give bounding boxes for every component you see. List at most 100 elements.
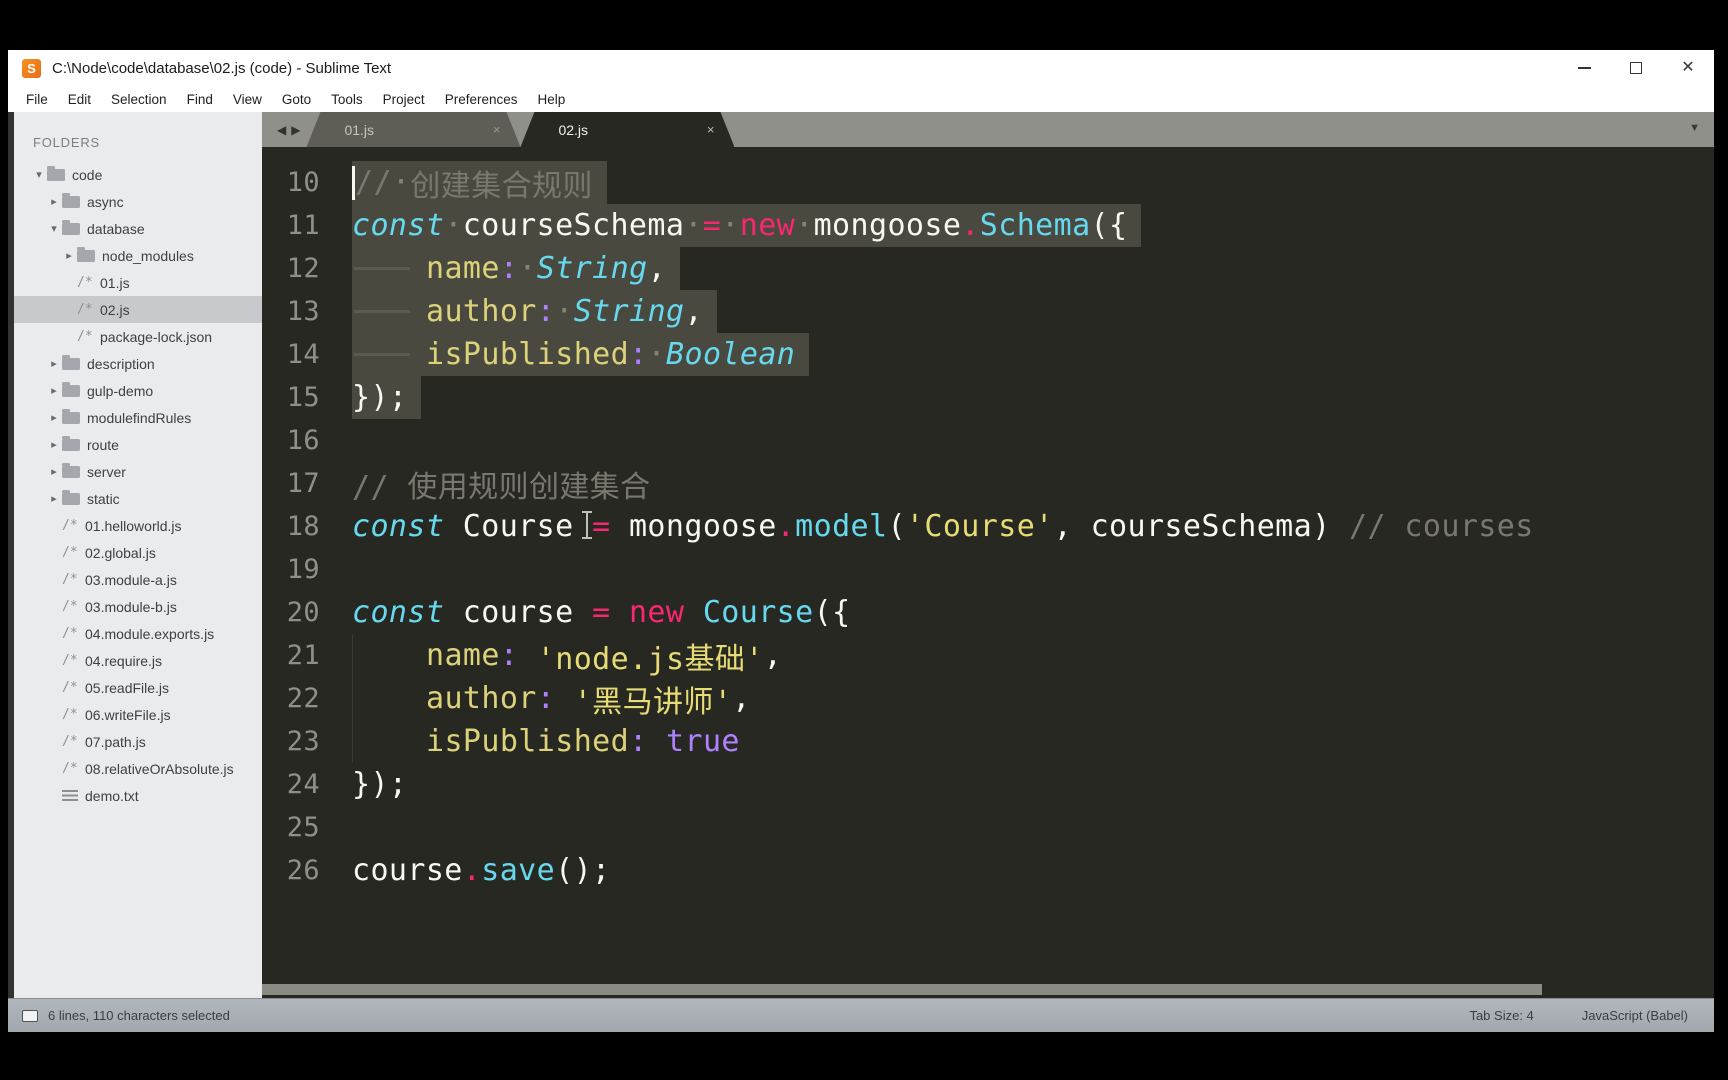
chevron-down-icon[interactable]: ▼ [1689,122,1700,134]
tree-item-06-writefile-js[interactable]: /* 06.writeFile.js [14,701,262,728]
collapse-arrow-icon[interactable]: ▸ [46,438,62,451]
minimize-button[interactable] [1558,50,1610,86]
collapse-arrow-icon[interactable]: ▸ [46,357,62,370]
collapse-arrow-icon[interactable]: ▸ [46,465,62,478]
file-tree: ▾ code ▸ async ▾ database ▸ node_modules /* 01.js… [14,161,262,809]
menu-project[interactable]: Project [373,92,435,107]
tab-scroll-right-icon[interactable]: ▶ [291,123,300,137]
code-token: . [462,853,482,888]
tree-item-label: 02.global.js [85,544,156,561]
code-token: ({ [1090,208,1128,243]
tree-item-04-module-exports-js[interactable]: /* 04.module.exports.js [14,620,262,647]
tree-item-package-lock-json[interactable]: /* package-lock.json [14,323,262,350]
code-line-16[interactable]: 16 [262,419,1714,462]
menu-goto[interactable]: Goto [272,92,321,107]
tab-02-js[interactable]: 02.js × [520,112,734,147]
code-line-25[interactable]: 25 [262,806,1714,849]
syntax-indicator[interactable]: JavaScript (Babel) [1582,1008,1688,1023]
tree-item-07-path-js[interactable]: /* 07.path.js [14,728,262,755]
code-line-15[interactable]: 15}); [262,376,1714,419]
tree-item-route[interactable]: ▸ route [14,431,262,458]
expand-arrow-icon[interactable]: ▾ [31,168,47,181]
tree-item-05-readfile-js[interactable]: /* 05.readFile.js [14,674,262,701]
code-area[interactable]: 10//· 创建集合规则 11 const · courseSchema · = · new · mo… [262,147,1714,998]
code-token: , [763,638,783,673]
tree-item-03-module-a-js[interactable]: /* 03.module-a.js [14,566,262,593]
menu-edit[interactable]: Edit [58,92,101,107]
code-line-24[interactable]: 24}); [262,763,1714,806]
expand-arrow-icon[interactable]: ▾ [46,222,62,235]
tab-close-icon[interactable]: × [707,122,715,137]
line-number: 20 [286,597,320,628]
code-line-18[interactable]: 18 const Course = mongoose. model('Course'… [262,505,1714,548]
collapse-arrow-icon[interactable]: ▸ [46,492,62,505]
code-token: course [352,853,463,888]
menu-tools[interactable]: Tools [321,92,373,107]
tree-item-server[interactable]: ▸ server [14,458,262,485]
whitespace-dot: · [555,294,574,329]
tree-item-database[interactable]: ▾ database [14,215,262,242]
tree-item-modulefindrules[interactable]: ▸ modulefindRules [14,404,262,431]
screen-frame: S C:\Node\code\database\02.js (code) - S… [0,0,1728,1080]
tree-item-async[interactable]: ▸ async [14,188,262,215]
collapse-arrow-icon[interactable]: ▸ [61,249,77,262]
horizontal-scrollbar-thumb[interactable] [262,984,1542,995]
tree-item-04-require-js[interactable]: /* 04.require.js [14,647,262,674]
code-line-12[interactable]: 12 name: · String, [262,247,1714,290]
tree-item-gulp-demo[interactable]: ▸ gulp-demo [14,377,262,404]
code-line-20[interactable]: 20 const course = new Course({ [262,591,1714,634]
code-token: String [573,294,685,329]
tab-close-icon[interactable]: × [493,122,501,137]
code-line-10[interactable]: 10 //· 创建集合规则 [262,161,1714,204]
tree-item-02-global-js[interactable]: /* 02.global.js [14,539,262,566]
text-file-icon [62,790,78,801]
sublime-window: S C:\Node\code\database\02.js (code) - S… [8,50,1714,1032]
code-token: Course [702,595,814,630]
tree-item-label: 04.require.js [85,652,163,669]
tree-item-03-module-b-js[interactable]: /* 03.module-b.js [14,593,262,620]
code-token: '黑马讲师' [573,684,733,720]
code-token: , [1053,509,1091,544]
close-button[interactable]: ✕ [1662,50,1714,86]
tree-item-02-js[interactable]: /* 02.js [14,296,262,323]
menu-selection[interactable]: Selection [101,92,177,107]
tab-scroll-left-icon[interactable]: ◀ [277,123,286,137]
tree-item-08-relativeorabsolute-js[interactable]: /* 08.relativeOrAbsolute.js [14,755,262,782]
code-token: , [647,251,667,286]
code-line-17[interactable]: 17 // 使用规则创建集合 [262,462,1714,505]
tab-label: 01.js [344,121,375,138]
sidebar: FOLDERS ▾ code ▸ async ▾ database ▸ node_module… [8,112,262,998]
menu-view[interactable]: View [223,92,272,107]
menu-find[interactable]: Find [177,92,223,107]
code-line-21[interactable]: 21 name: 'node.js基础', [262,634,1714,677]
code-line-13[interactable]: 13 author: · String, [262,290,1714,333]
folder-icon [62,381,80,397]
code-line-14[interactable]: 14 isPublished: · Boolean [262,333,1714,376]
menu-help[interactable]: Help [528,92,576,107]
collapse-arrow-icon[interactable]: ▸ [46,195,62,208]
js-file-icon: /* [62,572,78,587]
tree-item-code[interactable]: ▾ code [14,161,262,188]
tree-item-static[interactable]: ▸ static [14,485,262,512]
maximize-button[interactable] [1610,50,1662,86]
tree-item-demo-txt[interactable]: demo.txt [14,782,262,809]
tree-item-01-js[interactable]: /* 01.js [14,269,262,296]
tab-size-indicator[interactable]: Tab Size: 4 [1469,1008,1533,1023]
tree-item-node-modules[interactable]: ▸ node_modules [14,242,262,269]
code-line-22[interactable]: 22 author: '黑马讲师', [262,677,1714,720]
menu-file[interactable]: File [16,92,58,107]
whitespace-dot: · [391,165,411,200]
tab-01-js[interactable]: 01.js × [306,112,520,147]
menu-preferences[interactable]: Preferences [435,92,528,107]
code-line-26[interactable]: 26 course. save (); [262,849,1714,892]
code-line-11[interactable]: 11 const · courseSchema · = · new · mongoose. Sche… [262,204,1714,247]
tree-item-01-helloworld-js[interactable]: /* 01.helloworld.js [14,512,262,539]
tree-item-description[interactable]: ▸ description [14,350,262,377]
code-line-19[interactable]: 19 [262,548,1714,591]
code-line-23[interactable]: 23 isPublished: true [262,720,1714,763]
line-number: 16 [286,425,320,456]
whitespace-dot: · [721,208,740,243]
collapse-arrow-icon[interactable]: ▸ [46,411,62,424]
collapse-arrow-icon[interactable]: ▸ [46,384,62,397]
